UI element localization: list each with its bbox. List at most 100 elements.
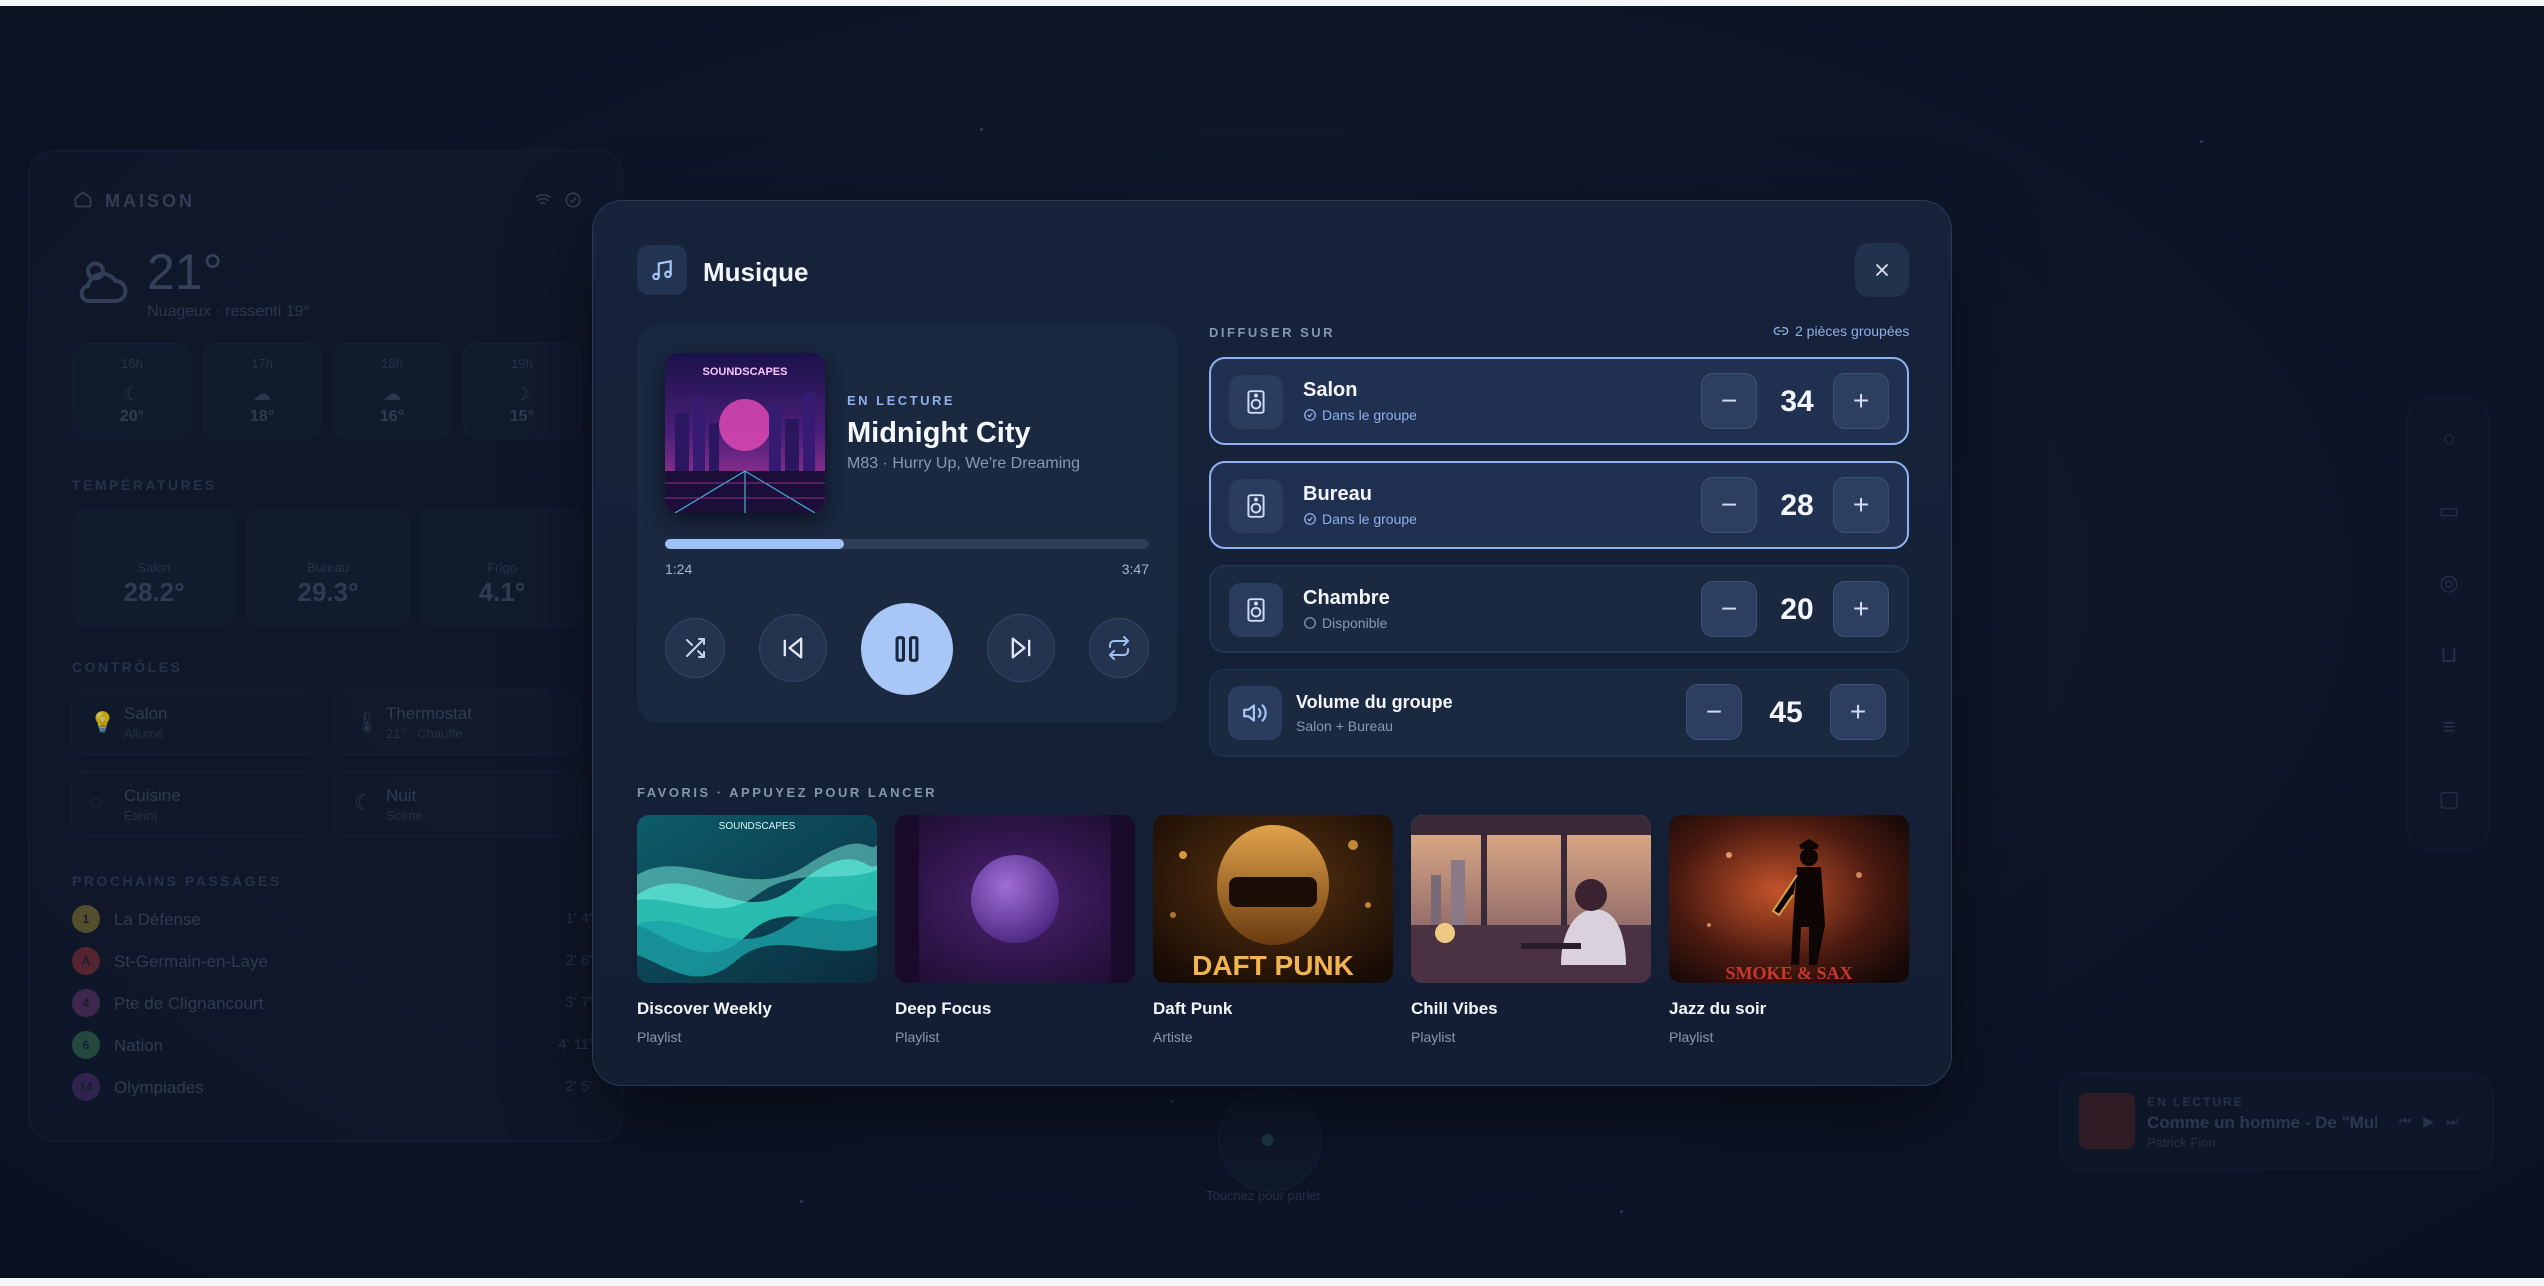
temperature-card: Salon 28.2° [73,509,235,627]
volume-down-button[interactable]: − [1701,581,1757,637]
target-icon: ◎ [2439,570,2459,595]
grouped-rooms-link[interactable]: 2 pièces groupées [1773,323,1909,339]
favorite-chill-vibes[interactable]: Chill Vibes Playlist [1411,815,1651,1045]
favorite-cover: SOUNDSCAPES [637,815,877,983]
pause-button[interactable] [861,603,953,695]
room-chambre[interactable]: Chambre Disponible − 20 + [1209,565,1909,653]
track-title: Midnight City [847,417,1031,449]
favorite-cover [1411,815,1651,983]
repeat-button[interactable] [1089,618,1149,678]
favorite-type: Playlist [637,1029,682,1045]
circle-icon [1304,617,1316,629]
favorite-type: Playlist [895,1029,940,1045]
favorite-discover-weekly[interactable]: SOUNDSCAPES Discover Weekly Playlist [637,815,877,1045]
moon-icon: ☽ [513,384,531,404]
home-panel: MAISON 21° Nuageux · ressenti 19° 16h ☾ … [28,150,623,1142]
check-circle-icon [1304,409,1316,421]
close-icon [1876,264,1888,276]
room-status: Dans le groupe [1303,407,1417,423]
speaker-icon [1229,583,1283,637]
cloud-icon: ☁ [253,384,271,404]
speaker-icon [1229,375,1283,429]
favorite-daft-punk[interactable]: DAFT PUNK Daft Punk Artiste [1153,815,1393,1045]
volume-down-button[interactable]: − [1701,477,1757,533]
temperature-card: Bureau 29.3° [247,509,409,627]
volume-up-button[interactable]: + [1833,581,1889,637]
forecast-card: 16h ☾ 20° [73,343,191,439]
wifi-icon [535,194,551,205]
elapsed-time: 1:24 [665,561,693,577]
volume-up-button[interactable]: + [1833,373,1889,429]
transit-row: 1 La Défense 1' 4' [72,905,592,935]
check-icon [565,192,581,208]
transit-row: 14 Olympiades 2' 5' [72,1073,592,1103]
current-temperature: 21° [147,244,223,300]
album-art-text: SOUNDSCAPES [703,366,788,378]
speaker-icon [1229,479,1283,533]
music-modal: Musique SOUNDSCAPES EN LECTURE Midnight … [592,200,1952,1086]
forecast-card: 18h ☁ 16° [333,343,451,439]
favorite-name: Discover Weekly [637,999,772,1018]
control-card: ◌ Cuisine Éteint [71,771,319,837]
room-volume: 34 [1780,385,1814,418]
previous-button[interactable] [759,614,827,682]
volume-down-button[interactable]: − [1701,373,1757,429]
skip-forward-icon [1011,637,1031,659]
pause-icon [895,636,919,662]
favorite-type: Playlist [1669,1029,1714,1045]
music-icon [637,245,687,295]
favorite-jazz-du-soir[interactable]: SMOKE & SAX Jazz du soir Playlist [1669,815,1909,1045]
transit-row: 4 Pte de Clignancourt 3' 7' [72,989,592,1019]
thermometer-icon: 🌡 [354,712,380,734]
bulb-off-icon: ◌ [90,792,102,814]
room-status: Dans le groupe [1303,511,1417,527]
star [1170,1100,1173,1103]
star [1620,1210,1623,1213]
weather-subtitle: Nuageux · ressenti 19° [147,303,310,320]
cover-text: SMOKE & SAX [1725,963,1852,983]
bottom-edge [0,1278,2544,1286]
room-status: Disponible [1303,615,1387,631]
bulb-icon: 💡 [90,712,115,734]
next-button[interactable] [987,614,1055,682]
cover-text: DAFT PUNK [1192,950,1354,981]
transit-row: A St-Germain-en-Laye 2' 8' [72,947,592,977]
link-icon [1773,327,1789,335]
battery-icon: ▭ [2438,498,2460,523]
favorite-cover: SMOKE & SAX [1669,815,1909,983]
section-controls: CONTRÔLES [72,659,183,675]
mini-player: EN LECTURE Comme un homme - De "Mulan Pa… [2060,1072,2494,1170]
bulb-icon: ○ [2442,426,2456,451]
favorite-type: Artiste [1153,1029,1193,1045]
cover-text: SOUNDSCAPES [719,821,796,832]
volume-up-button[interactable]: + [1833,477,1889,533]
favorite-cover [895,815,1135,983]
temperature-card: Frigo 4.1° [421,509,583,627]
room-bureau[interactable]: Bureau Dans le groupe − 28 + [1209,461,1909,549]
star [980,128,983,131]
progress-bar[interactable] [665,539,1149,549]
close-button[interactable] [1855,243,1909,297]
control-card: 💡 Salon Allumé [71,689,319,755]
tap-hint: Touchez pour parler [1206,1188,1321,1203]
moon-icon: ☾ [123,384,141,404]
group-volume-down-button[interactable]: − [1686,684,1742,740]
modal-title: Musique [703,257,809,287]
group-volume-up-button[interactable]: + [1830,684,1886,740]
home-icon [74,191,92,208]
room-volume: 28 [1780,489,1814,522]
room-name: Bureau [1303,483,1372,505]
favorites-label: FAVORIS · APPUYEZ POUR LANCER [637,785,938,800]
shuffle-button[interactable] [665,618,725,678]
check-circle-icon [1304,513,1316,525]
room-name: Salon [1303,379,1358,401]
cloud-moon-icon: ☁ [383,384,401,404]
shuffle-icon [686,638,705,658]
room-salon[interactable]: Salon Dans le groupe − 34 + [1209,357,1909,445]
album-art[interactable]: SOUNDSCAPES [665,353,825,513]
favorite-name: Jazz du soir [1669,999,1767,1018]
favorite-deep-focus[interactable]: Deep Focus Playlist [895,815,1135,1045]
checklist-icon: ≡ [2442,714,2456,739]
room-name: Chambre [1303,587,1390,609]
top-edge [0,0,2544,6]
